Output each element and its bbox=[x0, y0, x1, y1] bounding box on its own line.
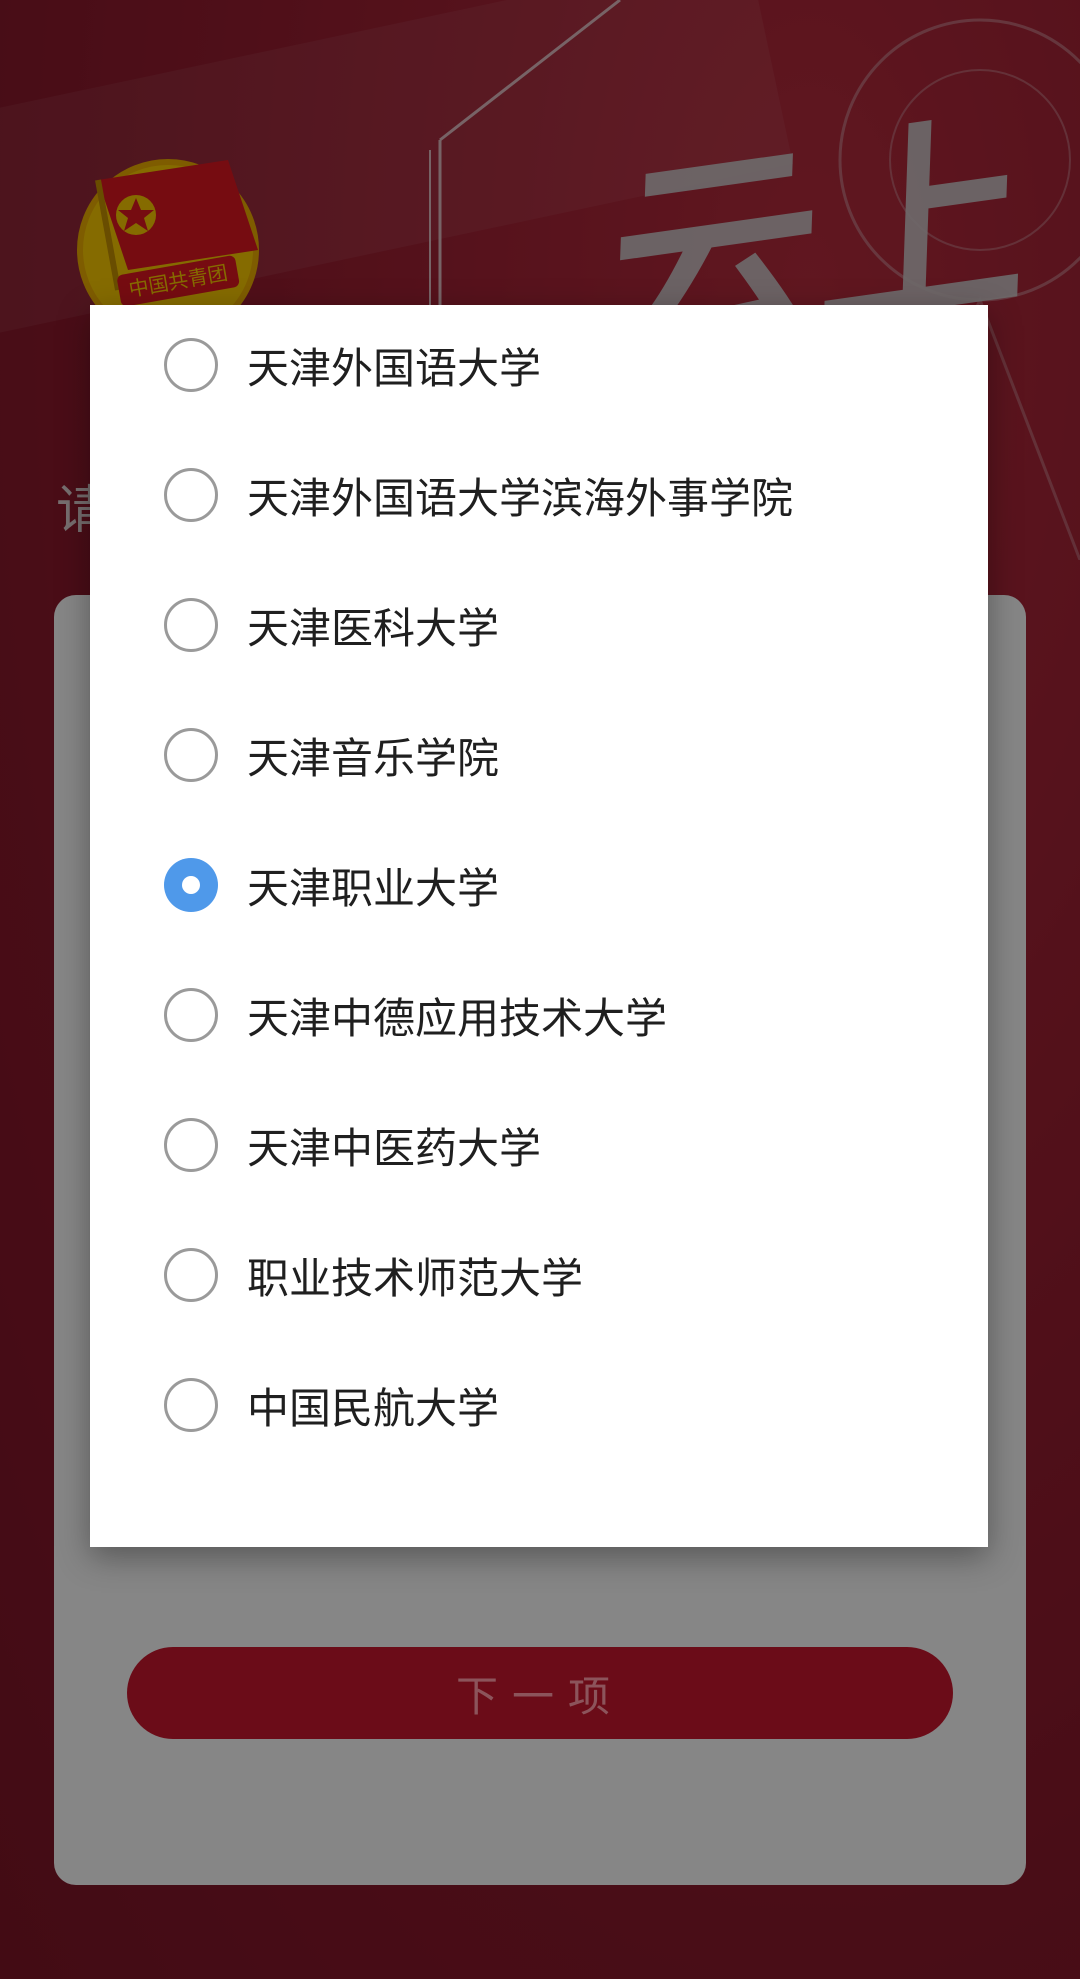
school-option-label: 天津外国语大学 bbox=[247, 343, 542, 393]
radio-button[interactable] bbox=[164, 468, 218, 522]
school-option[interactable]: 天津中医药大学 bbox=[90, 1085, 988, 1205]
radio-button[interactable] bbox=[164, 1248, 218, 1302]
school-option-label: 职业技术师范大学 bbox=[247, 1253, 584, 1303]
radio-button-selected[interactable] bbox=[164, 858, 218, 912]
school-option[interactable]: 天津外国语大学 bbox=[90, 305, 988, 425]
school-option-label: 天津职业大学 bbox=[247, 863, 500, 913]
school-option-label: 中国民航大学 bbox=[247, 1383, 500, 1433]
radio-button[interactable] bbox=[164, 1378, 218, 1432]
school-option[interactable]: 天津医科大学 bbox=[90, 565, 988, 685]
radio-button[interactable] bbox=[164, 338, 218, 392]
school-option[interactable]: 天津音乐学院 bbox=[90, 695, 988, 815]
school-option-label: 天津医科大学 bbox=[247, 603, 500, 653]
radio-button[interactable] bbox=[164, 598, 218, 652]
school-option[interactable]: 天津外国语大学滨海外事学院 bbox=[90, 435, 988, 555]
school-option[interactable]: 中国民航大学 bbox=[90, 1345, 988, 1465]
school-option-label: 天津音乐学院 bbox=[247, 733, 500, 783]
school-option[interactable]: 职业技术师范大学 bbox=[90, 1215, 988, 1335]
radio-button[interactable] bbox=[164, 728, 218, 782]
school-option[interactable]: 天津中德应用技术大学 bbox=[90, 955, 988, 1075]
school-option-label: 天津中德应用技术大学 bbox=[247, 993, 668, 1043]
radio-button[interactable] bbox=[164, 988, 218, 1042]
radio-button[interactable] bbox=[164, 1118, 218, 1172]
school-option[interactable]: 天津职业大学 bbox=[90, 825, 988, 945]
school-option-label: 天津中医药大学 bbox=[247, 1123, 542, 1173]
school-option-label: 天津外国语大学滨海外事学院 bbox=[247, 473, 794, 523]
school-select-dialog: 天津外国语大学 天津外国语大学滨海外事学院 天津医科大学 天津音乐学院 天津职业… bbox=[90, 305, 988, 1547]
